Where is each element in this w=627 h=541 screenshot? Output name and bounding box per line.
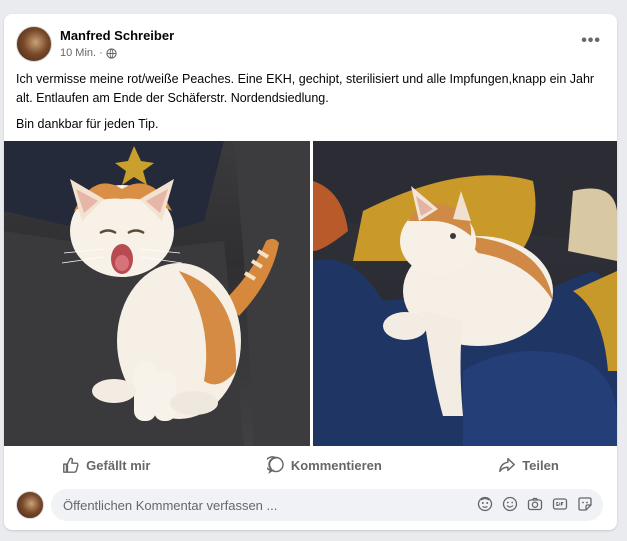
comment-placeholder: Öffentlichen Kommentar verfassen ... [63,498,278,513]
like-button[interactable]: Gefällt mir [62,456,150,474]
gif-icon[interactable] [552,496,568,512]
comment-row: Öffentlichen Kommentar verfassen ... [16,488,605,522]
cat-photo-right-image [313,141,617,446]
smiley-icon[interactable] [502,496,518,512]
post-text: Ich vermisse meine rot/weiße Peaches. Ei… [16,70,608,134]
author-name[interactable]: Manfred Schreiber [60,28,174,43]
post-paragraph: Bin dankbar für jeden Tip. [16,117,159,131]
more-options-button[interactable]: ••• [581,32,601,50]
current-user-avatar[interactable] [16,491,44,519]
like-label: Gefällt mir [86,457,151,473]
cat-photo-left[interactable] [4,141,310,446]
camera-icon[interactable] [527,496,543,512]
speech-bubble-icon [266,456,284,474]
cat-photo-right[interactable] [313,141,617,446]
photo-grid [4,141,617,446]
post-meta: 10 Min. · [60,47,117,59]
globe-icon [106,47,117,59]
comment-button[interactable]: Kommentieren [266,456,382,474]
avatar-frame-icon[interactable] [477,496,493,512]
share-label: Teilen [522,457,559,473]
post-time[interactable]: 10 Min. [60,47,96,59]
post-actions: Gefällt mir Kommentieren Teilen [4,450,617,480]
author-avatar[interactable] [16,26,52,62]
share-button[interactable]: Teilen [498,456,559,474]
share-arrow-icon [499,457,516,473]
post-header: Manfred Schreiber 10 Min. · ••• [16,26,605,66]
cat-photo-left-image [4,141,310,446]
post-card: Manfred Schreiber 10 Min. · ••• Ich verm… [4,14,617,530]
comment-label: Kommentieren [290,457,382,473]
comment-input[interactable]: Öffentlichen Kommentar verfassen ... [51,489,603,521]
comment-tools [477,496,593,512]
meta-separator: · [99,47,103,59]
post-paragraph: Ich vermisse meine rot/weiße Peaches. Ei… [16,72,595,105]
sticker-icon[interactable] [577,496,593,512]
thumbs-up-icon [63,457,79,473]
